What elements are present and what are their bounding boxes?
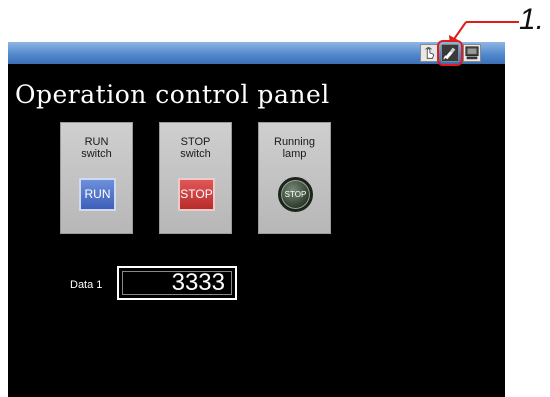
stop-button[interactable]: STOP [178,178,215,211]
stop-switch-card: STOP switch STOP [159,122,232,234]
run-switch-label: RUN switch [81,136,112,160]
hmi-screen: Operation control panel RUN switch RUN S… [8,40,505,397]
callout-number: 1. [519,3,545,36]
running-lamp-indicator: STOP [278,177,313,212]
run-switch-card: RUN switch RUN [60,122,133,234]
title-bar [8,40,505,66]
touch-icon[interactable] [420,44,438,62]
running-lamp-card: Running lamp STOP [258,122,331,234]
data-1-value: 3333 [171,269,225,296]
data-1-display[interactable]: 3333 [117,266,237,300]
run-button[interactable]: RUN [79,178,116,211]
data-1-label: Data 1 [70,279,103,291]
screen-icon[interactable] [463,44,481,62]
page-title: Operation control panel [15,80,330,109]
pen-tool-icon[interactable] [437,40,463,66]
stop-switch-label: STOP switch [180,136,211,160]
running-lamp-label: Running lamp [274,136,315,160]
